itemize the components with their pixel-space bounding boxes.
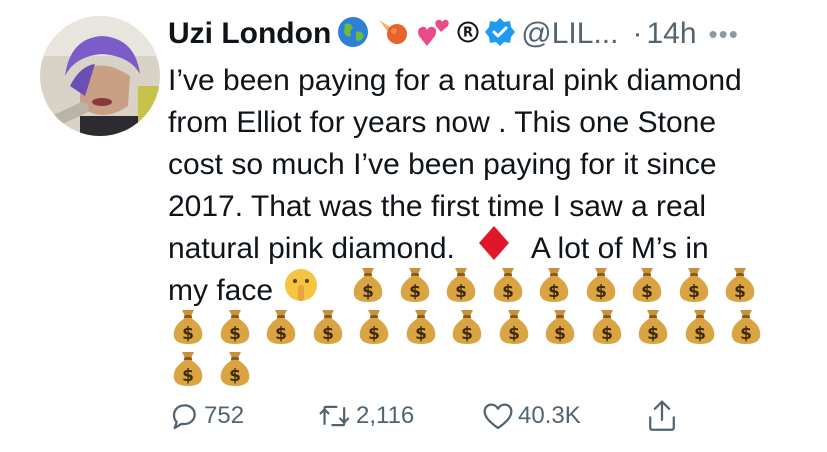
money-bag-icon: $ bbox=[680, 306, 720, 346]
retweet-count: 2,116 bbox=[356, 402, 415, 429]
money-bag-icon: $ bbox=[441, 264, 481, 304]
share-button[interactable] bbox=[646, 399, 678, 433]
like-count: 40.3K bbox=[518, 402, 581, 429]
svg-text:$: $ bbox=[229, 324, 241, 344]
money-bag-icon: $ bbox=[354, 306, 394, 346]
registered-icon: R bbox=[457, 21, 479, 48]
tweet-header: Uzi London R @LIL... · 14h ••• bbox=[168, 12, 807, 56]
like-button[interactable]: 40.3K bbox=[482, 401, 646, 431]
svg-text:$: $ bbox=[740, 324, 752, 344]
svg-text:$: $ bbox=[601, 324, 613, 344]
share-icon bbox=[649, 400, 675, 431]
verified-badge-icon bbox=[485, 17, 516, 52]
money-bag-icon: $ bbox=[395, 264, 435, 304]
money-bag-icon: $ bbox=[726, 306, 766, 346]
tweet-line: I’ve been paying for a natural pink diam… bbox=[168, 64, 742, 97]
money-bag-icon: $ bbox=[534, 264, 574, 304]
separator-dot: · bbox=[632, 17, 643, 50]
money-bag-icon: $ bbox=[215, 348, 255, 388]
svg-text:$: $ bbox=[362, 282, 374, 302]
tweet-line: from Elliot for years now . This one Sto… bbox=[168, 106, 717, 139]
reply-button[interactable]: 752 bbox=[168, 400, 318, 432]
money-bag-icon: $ bbox=[168, 348, 208, 388]
svg-text:$: $ bbox=[694, 324, 706, 344]
svg-text:$: $ bbox=[229, 366, 241, 386]
two-hearts-icon bbox=[417, 16, 451, 53]
svg-text:$: $ bbox=[595, 282, 607, 302]
money-bag-icon: $ bbox=[215, 306, 255, 346]
money-bag-icon: $ bbox=[633, 306, 673, 346]
money-bag-icon: $ bbox=[587, 306, 627, 346]
svg-text:$: $ bbox=[554, 324, 566, 344]
money-bag-icon: $ bbox=[401, 306, 441, 346]
money-bag-icon: $ bbox=[348, 264, 388, 304]
retweet-icon bbox=[319, 405, 350, 427]
money-bag-icon: $ bbox=[720, 264, 760, 304]
money-bag-icon: $ bbox=[674, 264, 714, 304]
svg-text:$: $ bbox=[322, 324, 334, 344]
svg-text:$: $ bbox=[182, 324, 194, 344]
money-bag-icon: $ bbox=[494, 306, 534, 346]
svg-text:$: $ bbox=[461, 324, 473, 344]
svg-text:$: $ bbox=[548, 282, 560, 302]
display-name[interactable]: Uzi London bbox=[168, 17, 331, 51]
money-bag-icon: $ bbox=[488, 264, 528, 304]
user-handle[interactable]: @LIL... bbox=[521, 17, 618, 51]
avatar[interactable] bbox=[40, 16, 160, 136]
comet-icon bbox=[375, 16, 411, 53]
more-options-icon[interactable]: ••• bbox=[709, 19, 739, 50]
tweet-actions: 752 2,116 40.3K bbox=[168, 396, 728, 436]
svg-text:$: $ bbox=[508, 324, 520, 344]
svg-text:R: R bbox=[463, 25, 473, 40]
svg-text:$: $ bbox=[688, 282, 700, 302]
money-bag-icon: $ bbox=[581, 264, 621, 304]
reply-icon bbox=[172, 404, 196, 430]
globe-icon bbox=[337, 16, 369, 53]
svg-text:$: $ bbox=[641, 282, 653, 302]
svg-text:$: $ bbox=[647, 324, 659, 344]
tweet-line: cost so much I’ve been paying for it sin… bbox=[168, 148, 717, 181]
money-bag-icon: $ bbox=[168, 306, 208, 346]
money-bag-icon: $ bbox=[447, 306, 487, 346]
tweet-time[interactable]: 14h bbox=[646, 17, 696, 51]
retweet-button[interactable]: 2,116 bbox=[318, 400, 482, 432]
svg-text:$: $ bbox=[415, 324, 427, 344]
svg-text:$: $ bbox=[455, 282, 467, 302]
svg-text:$: $ bbox=[734, 282, 746, 302]
svg-text:$: $ bbox=[368, 324, 380, 344]
money-bag-icon: $ bbox=[540, 306, 580, 346]
svg-text:$: $ bbox=[409, 282, 421, 302]
like-icon bbox=[483, 403, 513, 430]
svg-text:$: $ bbox=[502, 282, 514, 302]
money-bag-icon: $ bbox=[627, 264, 667, 304]
reply-count: 752 bbox=[204, 402, 245, 429]
money-bag-icon: $ bbox=[308, 306, 348, 346]
tweet-line: 2017. That was the first time I saw a re… bbox=[168, 190, 707, 223]
svg-text:$: $ bbox=[275, 324, 287, 344]
money-bag-icon: $ bbox=[261, 306, 301, 346]
svg-text:$: $ bbox=[182, 366, 194, 386]
